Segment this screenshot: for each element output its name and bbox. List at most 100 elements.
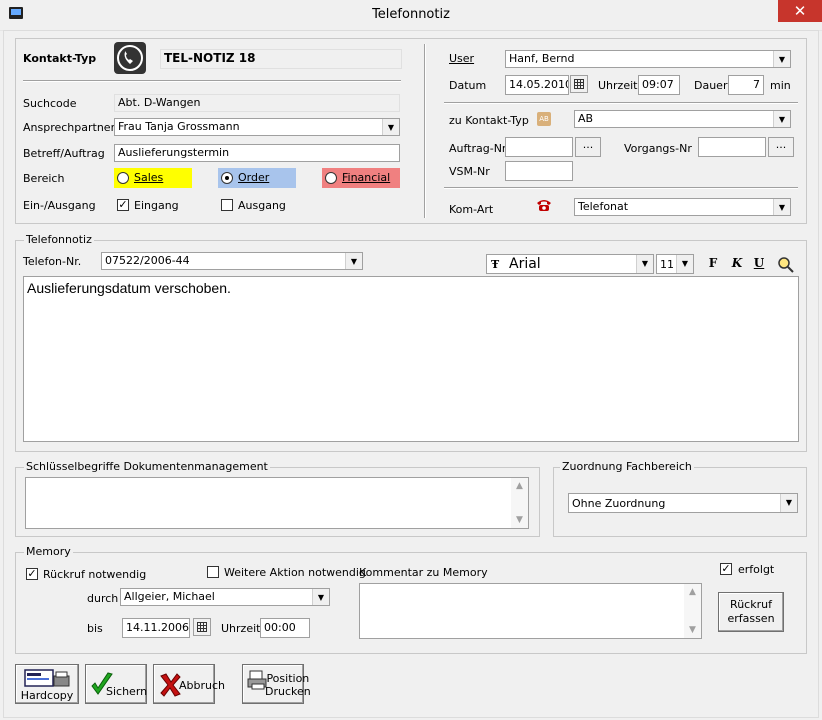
user-select[interactable]: Hanf, Bernd ▼: [505, 50, 791, 68]
zu-kontakt-typ-value: AB: [578, 112, 594, 125]
ausgang-checkbox[interactable]: [221, 199, 233, 211]
kom-art-select[interactable]: Telefonat ▼: [574, 198, 791, 216]
font-size-select[interactable]: 11 ▼: [656, 254, 694, 274]
chevron-down-icon[interactable]: ▼: [773, 111, 790, 127]
vsm-nr-input[interactable]: [505, 161, 573, 181]
suchcode-field: Abt. D-Wangen: [114, 94, 400, 112]
uhrzeit-label: Uhrzeit: [598, 79, 638, 92]
abbruch-label: Abbruch: [179, 679, 226, 692]
rueckruf-checkbox[interactable]: ✓: [26, 568, 38, 580]
printer-icon: [24, 669, 70, 689]
note-text: Auslieferungsdatum verschoben.: [27, 280, 231, 296]
chevron-down-icon[interactable]: ▼: [382, 119, 399, 135]
truetype-icon: Ŧ: [491, 258, 500, 271]
underline-button[interactable]: U: [750, 256, 768, 274]
scrollbar[interactable]: ▲ ▼: [511, 478, 528, 528]
title-bar: Telefonnotiz ✕: [0, 0, 822, 31]
eingang-checkbox[interactable]: ✓: [117, 199, 129, 211]
scroll-up-icon[interactable]: ▲: [684, 584, 701, 600]
bold-button[interactable]: F: [704, 256, 722, 274]
scroll-up-icon[interactable]: ▲: [511, 478, 528, 494]
hardcopy-button[interactable]: Hardcopy: [15, 664, 79, 704]
calendar-icon[interactable]: [570, 75, 588, 93]
memory-uhrzeit-input[interactable]: 00:00: [260, 618, 310, 638]
erfolgt-checkbox[interactable]: ✓: [720, 563, 732, 575]
durch-value: Allgeier, Michael: [124, 590, 215, 603]
search-icon[interactable]: [777, 256, 795, 274]
durch-select[interactable]: Allgeier, Michael ▼: [120, 588, 330, 606]
position-drucken-button[interactable]: Position Drucken: [242, 664, 311, 704]
rueckruf-erfassen-button[interactable]: Rückruf erfassen: [718, 592, 784, 632]
ansprechpartner-select[interactable]: Frau Tanja Grossmann ▼: [114, 118, 400, 136]
abbruch-button[interactable]: Abbruch: [153, 664, 225, 704]
vertical-divider: [424, 44, 426, 218]
schluesselbegriffe-title: Schlüsselbegriffe Dokumentenmanagement: [24, 460, 270, 473]
auftrag-browse-button[interactable]: ...: [575, 137, 601, 157]
chevron-down-icon[interactable]: ▼: [636, 255, 653, 273]
order-label: Order: [238, 171, 270, 184]
scrollbar[interactable]: ▲ ▼: [684, 584, 701, 638]
note-editor[interactable]: Auslieferungsdatum verschoben.: [23, 276, 799, 442]
vorgang-browse-button[interactable]: ...: [768, 137, 794, 157]
bereich-financial[interactable]: Financial: [322, 168, 400, 188]
user-label: User: [449, 52, 475, 65]
italic-button[interactable]: K: [728, 256, 746, 274]
sichern-button[interactable]: Sichern: [85, 664, 147, 704]
dauer-input[interactable]: 7: [728, 75, 764, 95]
chevron-down-icon[interactable]: ▼: [312, 589, 329, 605]
betreff-input[interactable]: Auslieferungstermin: [114, 144, 400, 162]
einausgang-label: Ein-/Ausgang: [23, 199, 96, 212]
chevron-down-icon[interactable]: ▼: [676, 255, 693, 273]
weitere-aktion-checkbox[interactable]: [207, 566, 219, 578]
uhrzeit-input[interactable]: 09:07: [638, 75, 680, 95]
durch-label: durch: [87, 592, 119, 605]
phone-icon: [114, 42, 146, 74]
suchcode-label: Suchcode: [23, 97, 77, 110]
financial-radio[interactable]: [325, 172, 337, 184]
chevron-down-icon[interactable]: ▼: [773, 199, 790, 215]
financial-label: Financial: [342, 171, 391, 184]
divider: [23, 80, 401, 82]
telefon-nr-label: Telefon-Nr.: [23, 255, 82, 268]
memory-uhrzeit-label: Uhrzeit: [221, 622, 261, 635]
chevron-down-icon[interactable]: ▼: [773, 51, 790, 67]
vorgangs-nr-label: Vorgangs-Nr: [624, 142, 692, 155]
vsm-nr-label: VSM-Nr: [449, 165, 490, 178]
scroll-down-icon[interactable]: ▼: [684, 622, 701, 638]
telefonnotiz-window: Telefonnotiz ✕ Kontakt-Typ TEL-NOTIZ 18 …: [0, 0, 822, 720]
zuordnung-title: Zuordnung Fachbereich: [560, 460, 694, 473]
memory-title: Memory: [24, 545, 73, 558]
close-button[interactable]: ✕: [778, 0, 822, 22]
chevron-down-icon[interactable]: ▼: [345, 253, 362, 269]
order-radio[interactable]: [221, 172, 233, 184]
divider: [444, 102, 798, 104]
kontakt-typ-label: Kontakt-Typ: [23, 52, 97, 65]
datum-input[interactable]: 14.05.2010: [505, 75, 569, 95]
position-drucken-label: Position Drucken: [265, 672, 311, 698]
chevron-down-icon[interactable]: ▼: [780, 494, 797, 512]
ansprechpartner-label: Ansprechpartner: [23, 121, 116, 134]
sichern-label: Sichern: [106, 685, 148, 698]
ab-badge-icon: AB: [537, 112, 551, 126]
kommentar-input[interactable]: ▲ ▼: [359, 583, 702, 639]
zuordnung-select[interactable]: Ohne Zuordnung ▼: [568, 493, 798, 513]
schluesselbegriffe-input[interactable]: ▲ ▼: [25, 477, 529, 529]
bis-label: bis: [87, 622, 103, 635]
bereich-sales[interactable]: Sales: [114, 168, 192, 188]
zu-kontakt-typ-select[interactable]: AB ▼: [574, 110, 791, 128]
kontakt-typ-value: TEL-NOTIZ 18: [160, 49, 402, 69]
dauer-label: Dauer: [694, 79, 728, 92]
vorgangs-nr-input[interactable]: [698, 137, 766, 157]
bis-input[interactable]: 14.11.2006: [122, 618, 190, 638]
auftrag-nr-input[interactable]: [505, 137, 573, 157]
calendar-icon[interactable]: [193, 618, 211, 636]
telefon-nr-select[interactable]: 07522/2006-44 ▼: [101, 252, 363, 270]
font-family-select[interactable]: Ŧ Arial ▼: [486, 254, 654, 274]
window-title: Telefonnotiz: [372, 7, 450, 22]
telefon-nr-value: 07522/2006-44: [105, 254, 190, 267]
bereich-label: Bereich: [23, 172, 65, 185]
sales-radio[interactable]: [117, 172, 129, 184]
rueckruf-erfassen-line1: Rückruf: [730, 598, 772, 611]
bereich-order[interactable]: Order: [218, 168, 296, 188]
scroll-down-icon[interactable]: ▼: [511, 512, 528, 528]
